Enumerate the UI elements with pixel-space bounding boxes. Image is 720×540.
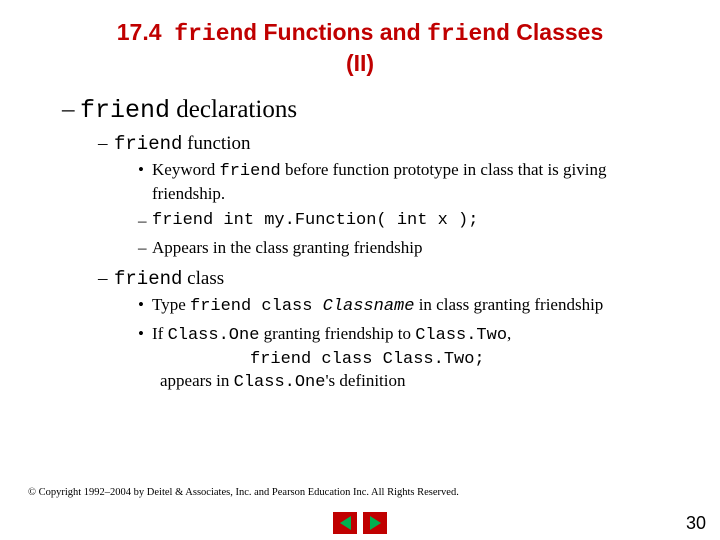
bullet-level3: – Appears in the class granting friendsh… <box>0 233 720 260</box>
title-text-1: Functions and <box>264 19 421 45</box>
l3e-pre: If <box>152 324 168 343</box>
dash-icon: – <box>138 237 152 260</box>
bullet-icon: • <box>138 294 152 319</box>
class-two: Class.Two <box>415 326 507 345</box>
title-line-2: (II) <box>346 50 374 76</box>
dash-icon: – <box>138 210 152 233</box>
l3c-text: Appears in the class granting friendship <box>152 237 670 260</box>
bullet-level3: • Type friend class Classname in class g… <box>0 290 720 319</box>
appears-post: 's definition <box>325 371 405 390</box>
classname-placeholder: Classname <box>323 297 415 316</box>
friend-keyword: friend <box>114 268 182 290</box>
section-number: 17.4 <box>117 19 162 45</box>
l1-text: declarations <box>170 96 297 123</box>
bullet-level3: • If Class.One granting friendship to Cl… <box>0 319 720 348</box>
friend-keyword: friend <box>220 162 281 181</box>
friend-keyword: friend <box>80 96 170 125</box>
class-one: Class.One <box>234 373 326 392</box>
nav-controls <box>333 512 387 534</box>
bullet-icon: • <box>138 323 152 348</box>
bullet-level1: –friend declarations <box>0 78 720 125</box>
l2b-text: class <box>182 268 224 289</box>
copyright-text: © Copyright 1992–2004 by Deitel & Associ… <box>28 487 459 498</box>
page-number: 30 <box>686 513 706 534</box>
l3d-post: in class granting friendship <box>414 295 603 314</box>
l3a-pre: Keyword <box>152 160 220 179</box>
next-button[interactable] <box>363 512 387 534</box>
bullet-level3-code: – friend int my.Function( int x ); <box>0 206 720 233</box>
bullet-level2: –friend function <box>0 125 720 155</box>
title-keyword-2: friend <box>427 21 510 47</box>
friend-keyword: friend <box>114 133 182 155</box>
comma: , <box>507 324 511 343</box>
bullet-level3: • Keyword friend before function prototy… <box>0 155 720 207</box>
dash-icon: – <box>62 96 80 124</box>
class-one: Class.One <box>168 326 260 345</box>
title-text-2: Classes <box>516 19 603 45</box>
slide-title: 17.4 friend Functions and friend Classes… <box>0 0 720 78</box>
bullet-level2: –friend class <box>0 260 720 290</box>
triangle-left-icon <box>340 516 351 530</box>
code-friend-class: friend class <box>190 297 323 316</box>
code-prototype: friend int my.Function( int x ); <box>152 210 670 233</box>
title-keyword-1: friend <box>174 21 257 47</box>
code-line-friend-class: friend class Class.Two; <box>0 348 720 369</box>
l2a-text: function <box>182 133 250 154</box>
prev-button[interactable] <box>333 512 357 534</box>
dash-icon: – <box>98 133 114 155</box>
bullet-icon: • <box>138 159 152 207</box>
appears-pre: appears in <box>160 371 234 390</box>
l3e-mid: granting friendship to <box>259 324 415 343</box>
triangle-right-icon <box>370 516 381 530</box>
appears-line: appears in Class.One's definition <box>0 369 720 392</box>
dash-icon: – <box>98 268 114 290</box>
l3d-pre: Type <box>152 295 190 314</box>
